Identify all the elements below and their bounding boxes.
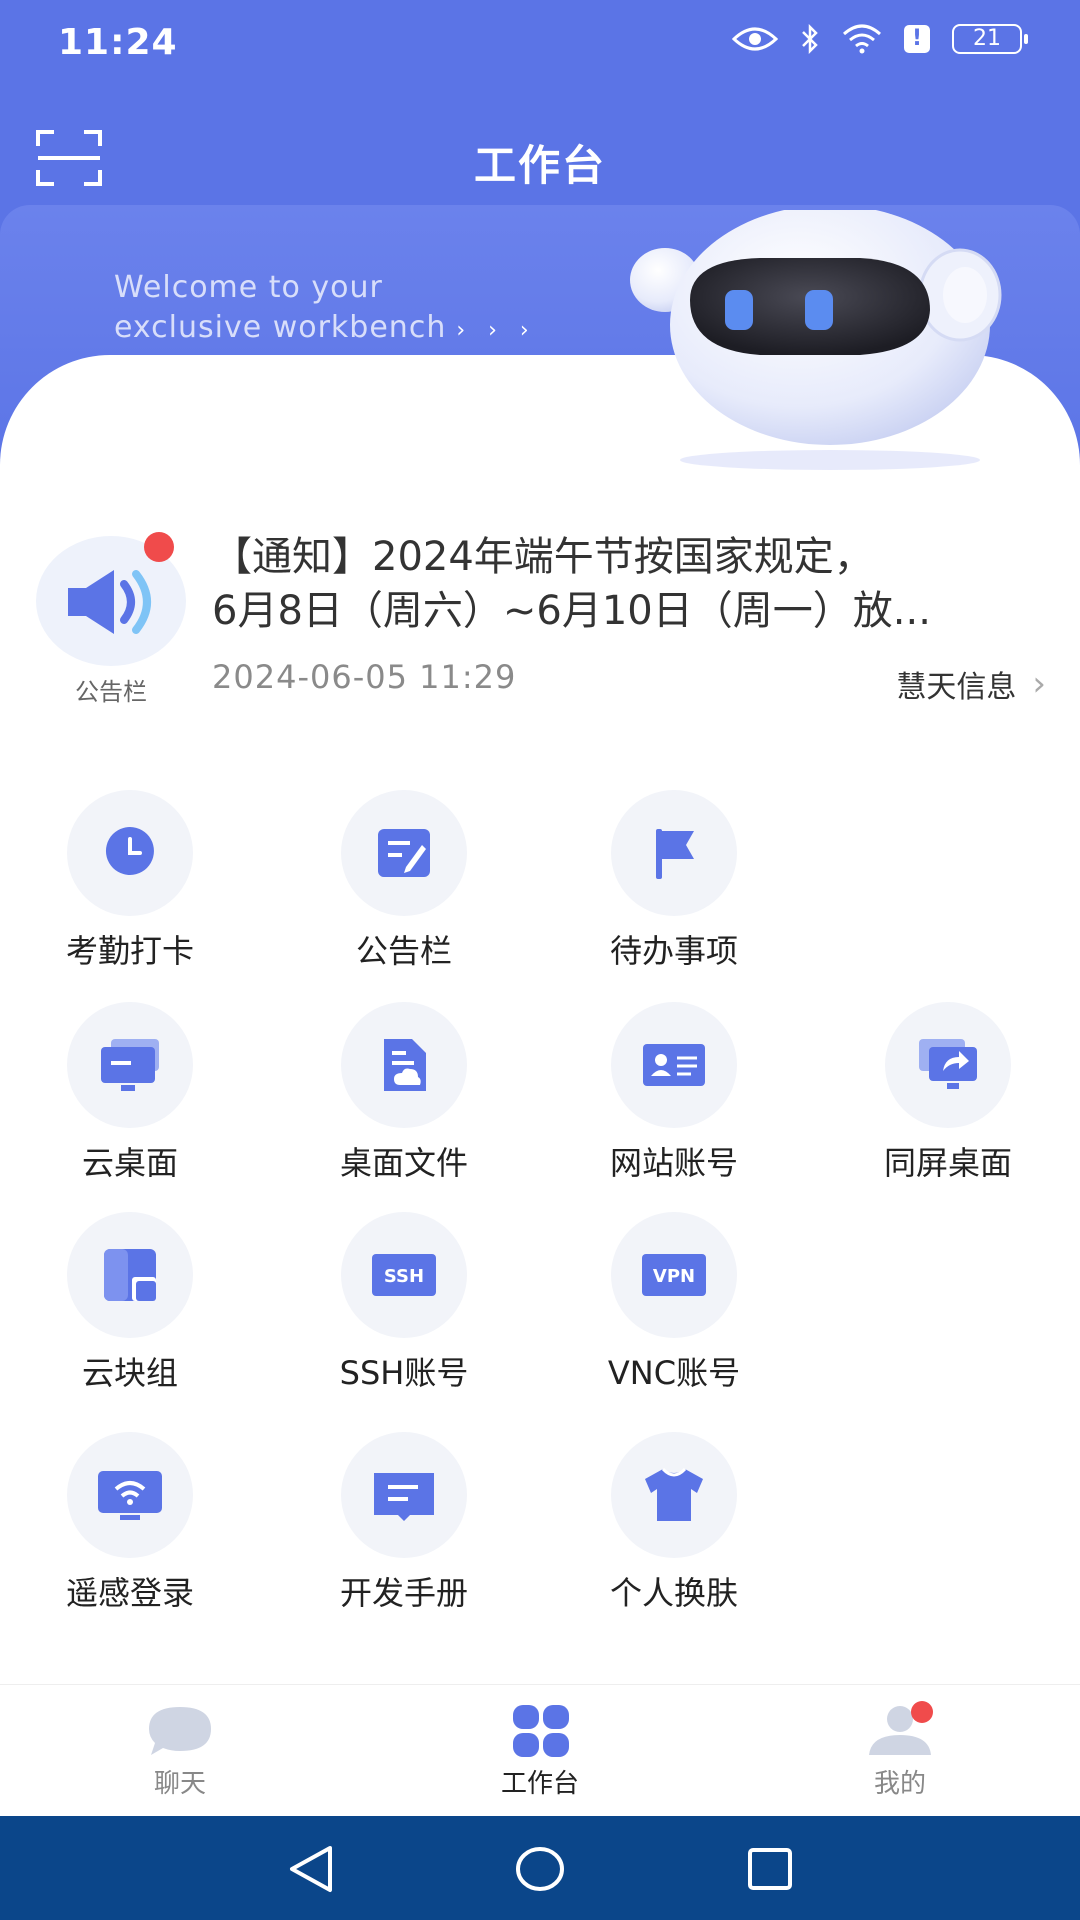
grid-label: 桌面文件	[339, 1144, 468, 1182]
grid-item-todo[interactable]: 待办事项	[574, 790, 774, 972]
vpn-text: VPN	[653, 1266, 695, 1287]
grid-label: 开发手册	[339, 1574, 468, 1612]
grid-label: 考勤打卡	[65, 932, 194, 970]
notice-line1: 【通知】2024年端午节按国家规定，	[212, 534, 874, 580]
workbench-icon	[505, 1703, 575, 1759]
shirt-icon	[611, 1432, 737, 1558]
grid-label: 遥感登录	[65, 1574, 194, 1612]
bottom-tab-bar: 聊天 工作台 我的	[0, 1684, 1080, 1816]
wifi-icon	[843, 24, 881, 54]
tab-label: 工作台	[500, 1769, 579, 1799]
chevron-right-icon: ›	[1032, 664, 1046, 704]
screen-share-icon	[885, 1002, 1011, 1128]
grid-label: 云块组	[81, 1354, 178, 1392]
grid-item-website-account[interactable]: 网站账号	[574, 1002, 774, 1184]
grid-item-bulletin[interactable]: 公告栏	[304, 790, 504, 972]
battery-icon: 21	[952, 24, 1028, 54]
welcome-line1: Welcome to your	[114, 270, 383, 305]
grid-item-cloud-desktop[interactable]: 云桌面	[30, 1002, 230, 1184]
grid-label: VNC账号	[607, 1354, 741, 1392]
grid-label: SSH账号	[339, 1354, 469, 1392]
grid-label: 同屏桌面	[883, 1144, 1012, 1182]
clock-pin-icon	[67, 790, 193, 916]
page-title: 工作台	[473, 141, 606, 190]
chat-icon	[145, 1703, 215, 1759]
notice-source-label: 慧天信息	[896, 670, 1017, 705]
grid-label: 公告栏	[355, 932, 452, 970]
notice-label: 公告栏	[75, 678, 147, 706]
status-bar: 11:24 ! 21	[0, 0, 1080, 90]
notice-date: 2024-06-05 11:29	[212, 658, 517, 696]
tab-profile[interactable]: 我的	[800, 1685, 1000, 1817]
grid-item-ssh-account[interactable]: SSH SSH账号	[304, 1212, 504, 1394]
profile-badge-dot	[911, 1701, 933, 1723]
blocks-icon	[67, 1212, 193, 1338]
recents-icon[interactable]	[742, 1844, 798, 1894]
notice-unread-dot	[144, 532, 174, 562]
vpn-icon: VPN	[611, 1212, 737, 1338]
grid-item-vnc-account[interactable]: VPN VNC账号	[574, 1212, 774, 1394]
ssh-icon: SSH	[341, 1212, 467, 1338]
welcome-arrows: › › ›	[456, 318, 537, 343]
status-time: 11:24	[58, 22, 178, 63]
eye-icon	[732, 27, 778, 51]
grid-label: 云桌面	[81, 1144, 178, 1182]
welcome-line2: exclusive workbench	[114, 310, 447, 345]
grid-item-cloud-blocks[interactable]: 云块组	[30, 1212, 230, 1394]
profile-icon	[865, 1701, 935, 1759]
tab-workbench[interactable]: 工作台	[440, 1685, 640, 1817]
grid-label: 待办事项	[609, 932, 738, 970]
cloud-desktop-icon	[67, 1002, 193, 1128]
notice-card[interactable]: 公告栏 【通知】2024年端午节按国家规定， 6月8日（周六）~6月10日（周一…	[36, 530, 1046, 710]
home-icon[interactable]	[512, 1844, 568, 1894]
status-icons: ! 21	[732, 24, 1028, 54]
grid-item-screen-share[interactable]: 同屏桌面	[848, 1002, 1048, 1184]
grid-label: 个人换肤	[609, 1574, 738, 1612]
robot-mascot-icon	[630, 210, 1002, 470]
id-card-icon	[611, 1002, 737, 1128]
ssh-text: SSH	[384, 1266, 424, 1287]
book-icon	[341, 1432, 467, 1558]
notice-source[interactable]: 慧天信息 ›	[896, 662, 1046, 706]
notice-text: 【通知】2024年端午节按国家规定， 6月8日（周六）~6月10日（周一）放..…	[212, 530, 1080, 638]
grid-item-dev-manual[interactable]: 开发手册	[304, 1432, 504, 1614]
grid-item-remote-login[interactable]: 遥感登录	[30, 1432, 230, 1614]
grid-item-skin[interactable]: 个人换肤	[574, 1432, 774, 1614]
tab-chat[interactable]: 聊天	[80, 1685, 280, 1817]
remote-login-icon	[67, 1432, 193, 1558]
file-cloud-icon	[341, 1002, 467, 1128]
back-icon[interactable]	[284, 1844, 340, 1894]
bluetooth-icon	[802, 24, 818, 54]
welcome-text: Welcome to your exclusive workbench › › ›	[114, 268, 537, 351]
notice-line2: 6月8日（周六）~6月10日（周一）放...	[212, 588, 931, 634]
tab-label: 我的	[873, 1769, 926, 1799]
edit-note-icon	[341, 790, 467, 916]
flag-icon	[611, 790, 737, 916]
grid-item-attendance[interactable]: 考勤打卡	[30, 790, 230, 972]
grid-label: 网站账号	[609, 1144, 738, 1182]
system-nav-bar	[0, 1816, 1080, 1920]
grid-item-desktop-files[interactable]: 桌面文件	[304, 1002, 504, 1184]
alert-icon: !	[904, 25, 930, 53]
tab-label: 聊天	[153, 1769, 206, 1799]
